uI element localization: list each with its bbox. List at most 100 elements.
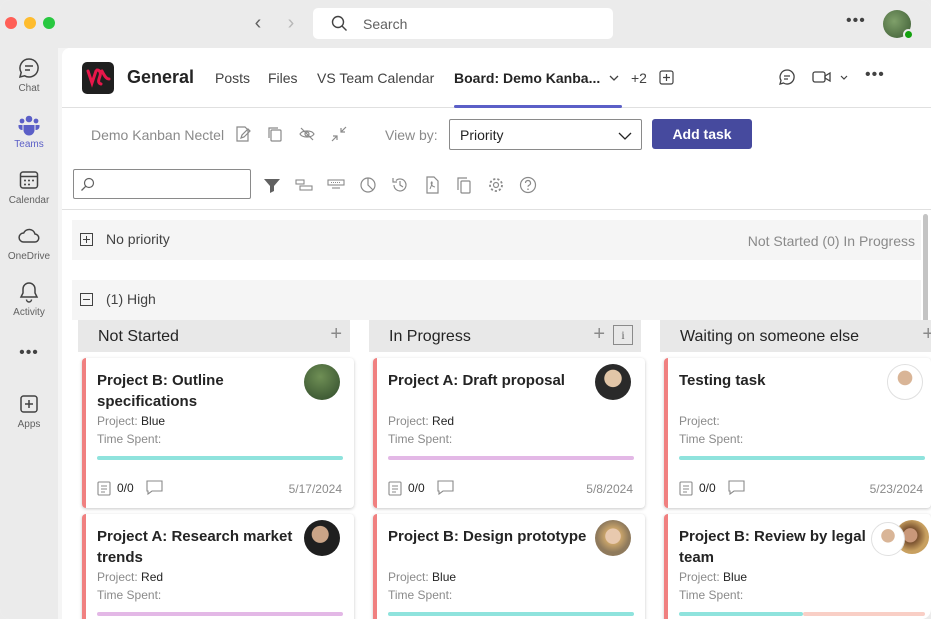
card-color-bar <box>97 612 343 616</box>
card-time-spent: Time Spent: <box>97 588 162 602</box>
card-project: Project: Blue <box>679 570 748 584</box>
assignee-avatar[interactable] <box>871 522 905 556</box>
filter-icon[interactable] <box>263 176 281 194</box>
column-title: Waiting on someone else <box>680 328 860 345</box>
rail-item-apps[interactable]: Apps <box>0 392 58 430</box>
add-card-icon[interactable]: + <box>922 323 931 346</box>
card-color-bar-secondary <box>803 612 925 616</box>
channel-more-options-icon[interactable]: ••• <box>865 66 885 84</box>
channel-title: General <box>127 67 195 87</box>
add-card-icon[interactable]: + <box>593 323 605 346</box>
rail-item-activity[interactable]: Activity <box>0 280 58 318</box>
more-tabs-count[interactable]: +2 <box>631 70 647 86</box>
view-by-select[interactable]: Priority <box>449 119 642 150</box>
pie-chart-icon[interactable] <box>359 176 377 194</box>
rail-label-apps: Apps <box>17 419 41 430</box>
card-time-spent: Time Spent: <box>679 588 744 602</box>
rail-label-chat: Chat <box>18 83 40 94</box>
bell-icon <box>19 282 39 303</box>
assignee-avatar[interactable] <box>595 364 631 400</box>
task-card[interactable]: Project B: Design prototype Project: Blu… <box>373 514 645 619</box>
user-avatar[interactable] <box>883 10 914 40</box>
presence-available-icon <box>903 29 914 40</box>
copy-board-icon[interactable] <box>266 125 284 143</box>
kanban-board: No priority Not Started (0) In Progress … <box>62 210 931 619</box>
assignee-avatar[interactable] <box>304 520 340 556</box>
pdf-export-icon[interactable] <box>423 176 441 194</box>
swimlane-icon[interactable] <box>295 176 313 194</box>
due-date: 5/8/2024 <box>586 482 633 496</box>
teams-window: ‹ › Search ••• Chat Teams Calendar OneDr… <box>0 0 931 619</box>
help-icon[interactable] <box>519 176 537 194</box>
board-name: Demo Kanban Nectel <box>91 127 225 143</box>
tab-board-demo-kanban[interactable]: Board: Demo Kanba... <box>454 70 600 86</box>
maximize-window-button[interactable] <box>43 17 55 29</box>
minimize-window-button[interactable] <box>24 17 36 29</box>
meet-dropdown-chevron-icon[interactable] <box>839 73 849 83</box>
group-name: No priority <box>106 231 170 247</box>
card-title: Project B: Review by legal team <box>679 528 866 566</box>
rail-item-onedrive[interactable]: OneDrive <box>0 224 58 262</box>
card-title: Testing task <box>679 372 766 389</box>
group-no-priority[interactable]: No priority Not Started (0) In Progress <box>72 220 921 260</box>
assignee-avatar[interactable] <box>887 364 923 400</box>
edit-board-icon[interactable] <box>234 125 252 143</box>
task-card[interactable]: Project B: Outline specifications Projec… <box>82 358 354 508</box>
info-icon[interactable]: i <box>613 325 633 345</box>
close-window-button[interactable] <box>5 17 17 29</box>
conversation-icon[interactable] <box>778 68 796 86</box>
checklist-count: 0/0 <box>699 481 716 495</box>
tab-files[interactable]: Files <box>268 70 298 86</box>
filter-search-input[interactable] <box>73 169 251 199</box>
rail-item-calendar[interactable]: Calendar <box>0 168 58 206</box>
column-waiting: Waiting on someone else + <box>660 320 931 352</box>
task-card[interactable]: Project A: Draft proposal Project: Red T… <box>373 358 645 508</box>
collapse-group-icon[interactable] <box>80 293 93 306</box>
expand-icon[interactable] <box>80 233 93 246</box>
back-arrow-icon[interactable]: ‹ <box>248 12 268 34</box>
column-title: In Progress <box>389 328 471 345</box>
add-card-icon[interactable]: + <box>330 323 342 346</box>
comment-icon[interactable] <box>728 480 745 495</box>
more-options-icon[interactable]: ••• <box>846 12 866 30</box>
checklist-count: 0/0 <box>408 481 425 495</box>
comment-icon[interactable] <box>146 480 163 495</box>
history-icon[interactable] <box>391 176 409 194</box>
card-project: Project: Blue <box>388 570 457 584</box>
tab-posts[interactable]: Posts <box>215 70 250 86</box>
view-by-value: Priority <box>460 127 504 143</box>
assignee-avatar[interactable] <box>595 520 631 556</box>
task-card[interactable]: Project A: Research market trends Projec… <box>82 514 354 619</box>
hide-icon[interactable] <box>298 125 316 143</box>
card-time-spent: Time Spent: <box>388 432 453 446</box>
assignee-avatar[interactable] <box>304 364 340 400</box>
duplicate-icon[interactable] <box>455 176 473 194</box>
card-time-spent: Time Spent: <box>97 432 162 446</box>
add-tab-icon[interactable] <box>659 70 674 85</box>
add-task-button[interactable]: Add task <box>652 119 752 149</box>
more-apps-icon[interactable]: ••• <box>0 344 58 362</box>
task-card[interactable]: Project B: Review by legal team Project:… <box>664 514 931 619</box>
column-not-started: Not Started + <box>78 320 350 352</box>
collapse-icon[interactable] <box>330 125 348 143</box>
group-high[interactable]: (1) High <box>72 280 921 320</box>
checklist-icon <box>679 481 693 496</box>
card-project: Project: Red <box>97 570 164 584</box>
rail-item-chat[interactable]: Chat <box>0 56 58 94</box>
search-icon <box>331 15 347 31</box>
chat-icon <box>18 58 39 79</box>
rail-label-calendar: Calendar <box>8 195 50 206</box>
video-camera-icon[interactable] <box>812 69 832 85</box>
global-search-input[interactable]: Search <box>313 8 613 39</box>
card-layout-icon[interactable] <box>327 176 345 194</box>
settings-gear-icon[interactable] <box>487 176 505 194</box>
chevron-down-icon[interactable] <box>608 72 620 84</box>
task-card[interactable]: Testing task Project: Time Spent: 0/0 5/… <box>664 358 931 508</box>
tab-vs-team-calendar[interactable]: VS Team Calendar <box>317 70 434 86</box>
rail-item-teams[interactable]: Teams <box>0 112 58 150</box>
card-project: Project: Red <box>388 414 455 428</box>
forward-arrow-icon[interactable]: › <box>281 12 301 34</box>
comment-icon[interactable] <box>437 480 454 495</box>
card-color-bar <box>97 456 343 460</box>
card-title: Project A: Research market trends <box>97 528 293 566</box>
